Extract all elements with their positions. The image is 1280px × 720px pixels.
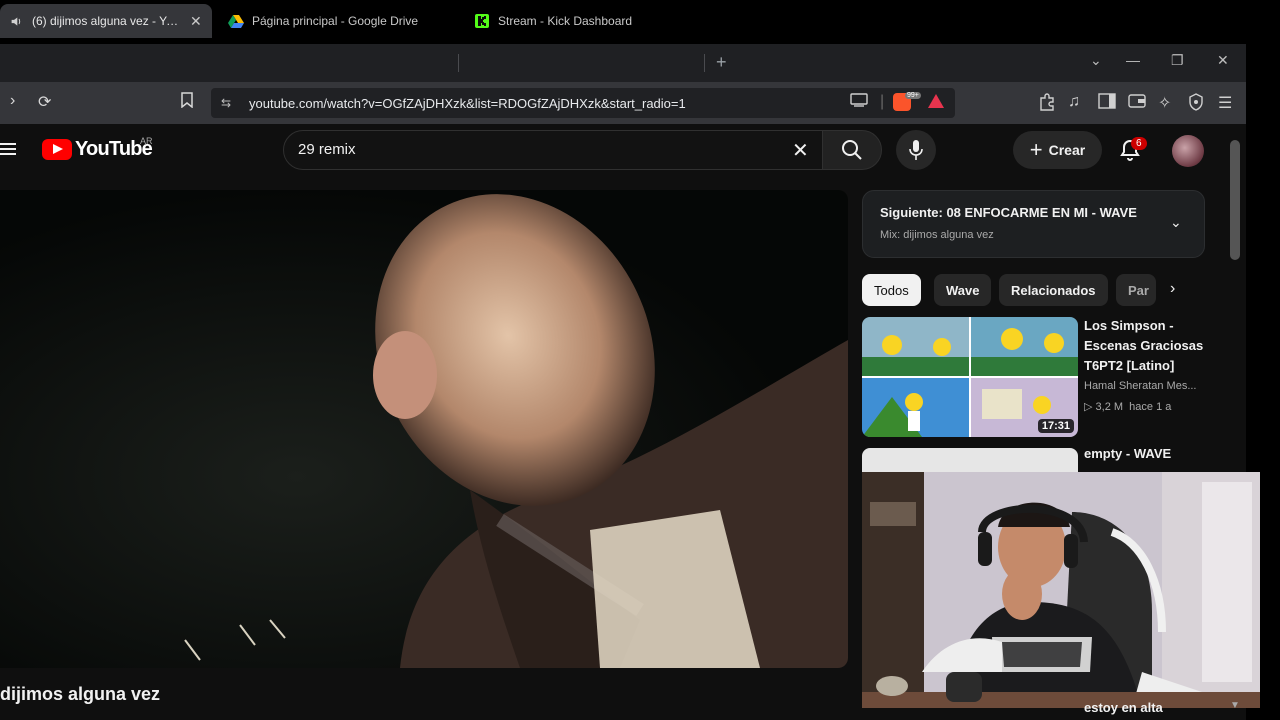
recommendation-title[interactable]: estoy en alta: [1084, 700, 1163, 715]
search-icon: [842, 140, 862, 160]
extensions-icon[interactable]: [1038, 93, 1056, 116]
close-window-button[interactable]: ✕: [1217, 52, 1229, 69]
scroll-down-arrow-icon[interactable]: ▼: [1230, 700, 1240, 711]
search-button[interactable]: [822, 130, 882, 170]
browser-tab-strip: [0, 44, 1246, 82]
voice-search-button[interactable]: [896, 130, 936, 170]
recommendation-title[interactable]: empty - WAVE: [1084, 444, 1214, 464]
youtube-logo[interactable]: YouTube: [42, 138, 153, 161]
tab-youtube[interactable]: (6) dijimos alguna vez - YouTube ✕: [0, 4, 212, 38]
brave-rewards-icon[interactable]: [928, 94, 944, 108]
kick-icon: [474, 13, 490, 29]
speaker-icon[interactable]: [8, 13, 24, 29]
forward-icon[interactable]: ›: [10, 92, 15, 110]
tab-label: Página principal - Google Drive: [252, 14, 419, 28]
chevron-down-icon[interactable]: ⌄: [1170, 214, 1182, 231]
create-button[interactable]: + Crear: [1013, 131, 1102, 169]
country-code: AR: [140, 136, 153, 146]
hamburger-menu-icon[interactable]: [0, 140, 18, 160]
vpn-shield-icon[interactable]: [1188, 93, 1204, 116]
wallet-icon[interactable]: [1128, 93, 1146, 114]
site-info-icon[interactable]: ⇆: [221, 96, 237, 110]
tab-label: (6) dijimos alguna vez - YouTube: [32, 14, 182, 28]
mix-play-icon: ▷: [1084, 401, 1096, 413]
sidebar-icon[interactable]: [1098, 93, 1116, 114]
up-next-subtitle: Mix: dijimos alguna vez: [880, 229, 994, 241]
chip-wave[interactable]: Wave: [934, 274, 992, 306]
menu-icon[interactable]: ☰: [1218, 93, 1232, 113]
recommendation-channel[interactable]: Hamal Sheratan Mes...: [1084, 380, 1208, 392]
page-scrollbar[interactable]: [1230, 140, 1240, 260]
chip-todos[interactable]: Todos: [862, 274, 921, 306]
address-bar[interactable]: ⇆ youtube.com/watch?v=OGfZAjDHXzk&list=R…: [211, 88, 955, 118]
minimize-window-button[interactable]: —: [1126, 52, 1140, 68]
cast-icon[interactable]: [850, 93, 868, 112]
close-tab-icon[interactable]: ✕: [190, 13, 202, 30]
new-tab-button[interactable]: +: [716, 52, 727, 73]
toolbar-divider: |: [880, 93, 885, 110]
streamer-webcam-image: [862, 472, 1260, 708]
media-controls-icon[interactable]: ♫: [1068, 93, 1080, 111]
recommendation-thumbnail[interactable]: 17:31: [862, 317, 1078, 437]
reload-icon[interactable]: ⟳: [38, 92, 51, 112]
avatar[interactable]: [1172, 135, 1204, 167]
clear-search-icon[interactable]: ✕: [792, 138, 809, 163]
chip-relacionados[interactable]: Relacionados: [999, 274, 1108, 306]
restore-window-button[interactable]: ❐: [1171, 52, 1184, 69]
chevron-right-icon[interactable]: ›: [1170, 280, 1175, 298]
tab-separator: [704, 54, 705, 72]
recommendation-meta: ▷ 3,2 M hace 1 a: [1084, 400, 1171, 413]
url-text[interactable]: youtube.com/watch?v=OGfZAjDHXzk&list=RDO…: [249, 96, 686, 111]
google-drive-icon: [228, 13, 244, 29]
leo-ai-icon[interactable]: ✧: [1158, 93, 1171, 113]
brave-shields-badge: 99+: [905, 92, 921, 99]
video-player[interactable]: [0, 190, 848, 668]
tab-kick-dashboard[interactable]: Stream - Kick Dashboard: [466, 4, 698, 38]
video-frame: [0, 190, 848, 668]
video-duration: 17:31: [1037, 419, 1074, 433]
search-input[interactable]: [283, 130, 830, 170]
search-query[interactable]: 29 remix: [298, 141, 356, 158]
video-title: dijimos alguna vez: [0, 684, 161, 704]
recommendation-views: 3,2 M: [1095, 401, 1124, 413]
recommendation-age: hace 1 a: [1129, 401, 1172, 413]
up-next-title: Siguiente: 08 ENFOCARME EN MI - WAVE: [880, 205, 1137, 220]
tab-search-chevron-icon[interactable]: ⌄: [1090, 52, 1102, 69]
youtube-play-icon: [42, 139, 72, 160]
microphone-icon: [909, 140, 923, 160]
bookmark-icon[interactable]: [180, 92, 194, 113]
up-next-panel[interactable]: [862, 190, 1205, 258]
tab-label: Stream - Kick Dashboard: [498, 14, 633, 28]
webcam-overlay: [862, 472, 1260, 708]
create-label: Crear: [1048, 142, 1086, 158]
plus-icon: +: [1029, 137, 1043, 162]
notification-count-badge: 6: [1131, 137, 1147, 150]
tab-google-drive[interactable]: Página principal - Google Drive: [220, 4, 452, 38]
recommendation-title[interactable]: Los Simpson - Escenas Graciosas T6PT2 [L…: [1084, 316, 1214, 376]
tab-separator: [458, 54, 459, 72]
chip-partial[interactable]: Par: [1116, 274, 1156, 306]
